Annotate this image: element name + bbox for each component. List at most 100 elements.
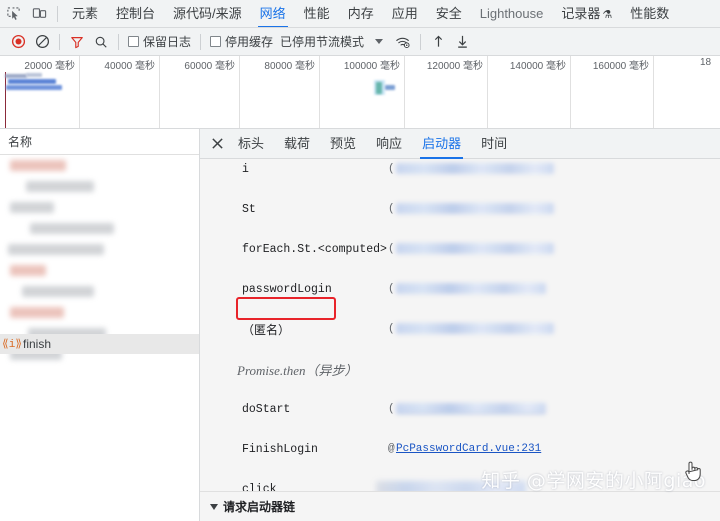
- tab-timing[interactable]: 时间: [471, 129, 517, 159]
- blurred-source-link[interactable]: [396, 203, 554, 214]
- requests-list-panel[interactable]: 名称 ⟪i⟫ finish: [0, 129, 200, 521]
- tab-label: 源代码/来源: [173, 5, 242, 21]
- tab-preview[interactable]: 预览: [320, 129, 366, 159]
- device-toolbar-icon[interactable]: [26, 1, 52, 27]
- tab-response[interactable]: 响应: [366, 129, 412, 159]
- disable-cache-label: 停用缓存: [225, 35, 274, 49]
- overview-bar: [6, 85, 62, 90]
- ruler-segment: 120000 毫秒: [405, 56, 488, 128]
- overview-bar: [26, 73, 42, 77]
- ruler-label: 120000 毫秒: [426, 61, 483, 72]
- ruler-label: 140000 毫秒: [509, 61, 566, 72]
- stack-frame-name: i: [242, 162, 249, 176]
- import-har-icon[interactable]: [426, 30, 450, 54]
- tab-recorder[interactable]: 记录器 ⚗: [552, 0, 621, 27]
- network-toolbar: 保留日志 停用缓存 已停用节流模式: [0, 28, 720, 56]
- blurred-source-link[interactable]: [396, 323, 554, 334]
- devtools-window: 元素 控制台 源代码/来源 网络 性能 内存 应用 安全 Lighthouse …: [0, 0, 720, 521]
- source-link[interactable]: PcPasswordCard.vue:231: [396, 443, 541, 455]
- selected-request-name: finish: [23, 337, 52, 351]
- clear-icon[interactable]: [30, 30, 54, 54]
- table-row[interactable]: [0, 239, 199, 260]
- at-symbol: (: [388, 243, 395, 255]
- table-row[interactable]: [0, 302, 199, 323]
- stack-frame[interactable]: doStart (: [200, 399, 720, 419]
- tab-label: 启动器: [422, 135, 462, 151]
- initiator-stack-list[interactable]: i ( St ( forEach.St.<computed> ( passwor…: [200, 159, 720, 491]
- tab-security[interactable]: 安全: [427, 0, 471, 27]
- pointer-cursor: [683, 458, 703, 484]
- table-row[interactable]: [0, 218, 199, 239]
- disable-cache-checkbox[interactable]: 停用缓存: [206, 33, 277, 50]
- stack-frame[interactable]: forEach.St.<computed> (: [200, 239, 720, 259]
- throttle-select-label[interactable]: 已停用节流模式: [277, 33, 367, 50]
- stack-frame-async: Promise.then（异步）: [200, 359, 720, 379]
- chevron-down-icon[interactable]: [367, 30, 391, 54]
- record-icon[interactable]: [6, 30, 30, 54]
- triangle-down-icon[interactable]: [210, 503, 218, 510]
- tab-lighthouse[interactable]: Lighthouse: [471, 0, 553, 27]
- tab-label: 记录器: [561, 5, 601, 21]
- inspect-element-icon[interactable]: [0, 1, 26, 27]
- toolbar-divider: [118, 33, 119, 50]
- ruler-segment: 80000 毫秒: [240, 56, 320, 128]
- tab-performance-insights[interactable]: 性能数: [621, 0, 678, 27]
- ruler-segment: 60000 毫秒: [160, 56, 240, 128]
- tab-label: 标头: [238, 135, 265, 151]
- blurred-source-link[interactable]: [396, 283, 546, 294]
- stack-frame[interactable]: i (: [200, 159, 720, 179]
- tab-network[interactable]: 网络: [251, 0, 295, 27]
- blurred-source-link[interactable]: [376, 481, 526, 491]
- tab-label: 安全: [435, 5, 462, 21]
- network-overview[interactable]: 20000 毫秒 40000 毫秒 60000 毫秒 80000 毫秒 1000…: [0, 56, 720, 129]
- tab-payload[interactable]: 载荷: [274, 129, 320, 159]
- tab-label: Lighthouse: [479, 5, 544, 21]
- toolbar-divider: [57, 5, 58, 22]
- tab-performance[interactable]: 性能: [295, 0, 339, 27]
- tab-elements[interactable]: 元素: [63, 0, 107, 27]
- timeline-ruler: 20000 毫秒 40000 毫秒 60000 毫秒 80000 毫秒 1000…: [0, 56, 720, 128]
- detail-tabbar: 标头 载荷 预览 响应 启动器 时间: [200, 129, 720, 159]
- network-conditions-icon[interactable]: [391, 30, 415, 54]
- tab-label: 网络: [259, 5, 286, 21]
- preserve-log-checkbox[interactable]: 保留日志: [124, 33, 195, 50]
- ruler-segment: 140000 毫秒: [488, 56, 571, 128]
- export-har-icon[interactable]: [450, 30, 474, 54]
- stack-frame[interactable]: （匿名） (: [200, 319, 720, 339]
- toolbar-divider: [200, 33, 202, 50]
- devtools-main-tabbar: 元素 控制台 源代码/来源 网络 性能 内存 应用 安全 Lighthouse …: [0, 0, 720, 28]
- tab-headers[interactable]: 标头: [228, 129, 274, 159]
- blurred-source-link[interactable]: [396, 403, 546, 414]
- tab-application[interactable]: 应用: [383, 0, 427, 27]
- table-row[interactable]: [0, 155, 199, 176]
- blurred-source-link[interactable]: [396, 243, 554, 254]
- blurred-request-name: [10, 202, 54, 213]
- table-row-selected[interactable]: ⟪i⟫ finish: [0, 334, 199, 354]
- tab-sources[interactable]: 源代码/来源: [164, 0, 251, 27]
- table-row[interactable]: [0, 176, 199, 197]
- filter-icon[interactable]: [65, 30, 89, 54]
- search-icon[interactable]: [89, 30, 113, 54]
- initiator-chain-footer[interactable]: 请求启动器链: [200, 491, 720, 521]
- table-row[interactable]: [0, 281, 199, 302]
- blurred-source-link[interactable]: [396, 163, 554, 174]
- stack-frame-name: Promise.then（异步）: [237, 362, 358, 378]
- ruler-segment: 160000 毫秒: [571, 56, 654, 128]
- stack-frame-finishlogin[interactable]: FinishLogin @ PcPasswordCard.vue:231: [200, 439, 720, 459]
- tab-label: 载荷: [284, 135, 311, 151]
- overview-bar: [5, 74, 27, 78]
- table-row[interactable]: [0, 197, 199, 218]
- tab-console[interactable]: 控制台: [107, 0, 164, 27]
- stack-frame[interactable]: click: [200, 479, 720, 491]
- at-symbol: (: [388, 203, 395, 215]
- script-file-icon: ⟪i⟫: [2, 339, 22, 351]
- stack-frame[interactable]: passwordLogin (: [200, 279, 720, 299]
- tab-memory[interactable]: 内存: [339, 0, 383, 27]
- ruler-segment: 40000 毫秒: [80, 56, 160, 128]
- stack-frame[interactable]: St (: [200, 199, 720, 219]
- table-row[interactable]: [0, 260, 199, 281]
- checkbox-box: [210, 36, 222, 47]
- tab-label: 预览: [330, 135, 357, 151]
- tab-initiator[interactable]: 启动器: [412, 129, 471, 159]
- close-icon[interactable]: [206, 133, 228, 155]
